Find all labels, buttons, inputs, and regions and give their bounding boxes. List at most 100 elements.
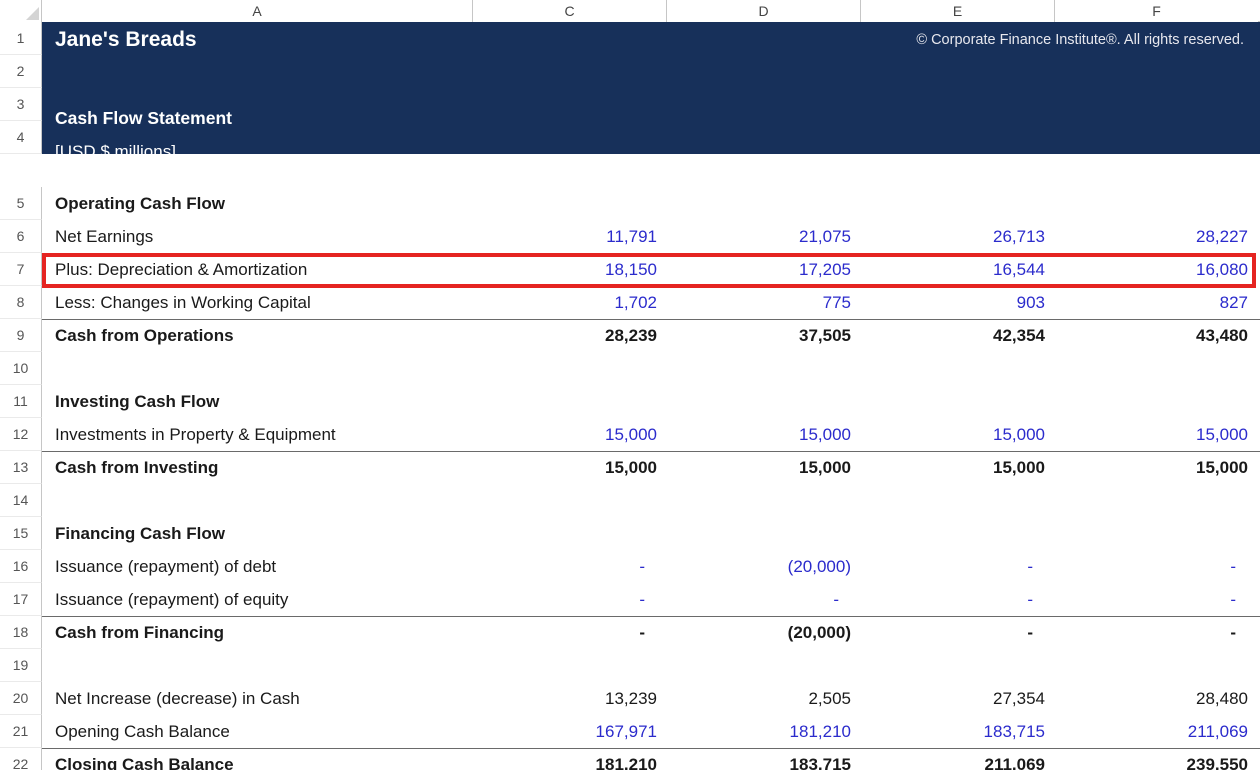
- row-number[interactable]: 17: [0, 583, 42, 616]
- value-cell[interactable]: 183,715: [667, 748, 861, 770]
- value-cell[interactable]: [667, 385, 861, 418]
- value-cell[interactable]: [667, 352, 861, 385]
- row-number[interactable]: 13: [0, 451, 42, 484]
- value-cell[interactable]: -: [861, 550, 1055, 583]
- value-cell[interactable]: 11,791: [473, 220, 667, 253]
- column-header-c[interactable]: C: [473, 0, 667, 22]
- value-cell[interactable]: 903: [861, 286, 1055, 319]
- value-cell[interactable]: [667, 484, 861, 517]
- row-label[interactable]: Issuance (repayment) of equity: [42, 583, 473, 616]
- value-cell[interactable]: 28,239: [473, 319, 667, 352]
- row-label[interactable]: Investments in Property & Equipment: [42, 418, 473, 451]
- value-cell[interactable]: [473, 517, 667, 550]
- value-cell[interactable]: 43,480: [1055, 319, 1258, 352]
- row-number[interactable]: 18: [0, 616, 42, 649]
- value-cell[interactable]: (20,000): [667, 616, 861, 649]
- table-row[interactable]: 16Issuance (repayment) of debt-(20,000)-…: [0, 550, 1260, 583]
- value-cell[interactable]: 28,480: [1055, 682, 1258, 715]
- value-cell[interactable]: 15,000: [473, 451, 667, 484]
- row-label[interactable]: Cash from Operations: [42, 319, 473, 352]
- table-row[interactable]: 19: [0, 649, 1260, 682]
- value-cell[interactable]: 181,210: [473, 748, 667, 770]
- value-cell[interactable]: 775: [667, 286, 861, 319]
- table-row[interactable]: 6Net Earnings11,79121,07526,71328,227: [0, 220, 1260, 253]
- value-cell[interactable]: 827: [1055, 286, 1258, 319]
- value-cell[interactable]: [473, 385, 667, 418]
- value-cell[interactable]: [473, 649, 667, 682]
- value-cell[interactable]: -: [473, 616, 667, 649]
- row-label[interactable]: Investing Cash Flow: [42, 385, 473, 418]
- row-number[interactable]: 6: [0, 220, 42, 253]
- value-cell[interactable]: 15,000: [1055, 451, 1258, 484]
- value-cell[interactable]: [1055, 484, 1258, 517]
- value-cell[interactable]: 17,205: [667, 253, 861, 286]
- row-label[interactable]: [42, 649, 473, 682]
- row-number[interactable]: 10: [0, 352, 42, 385]
- table-row[interactable]: 5Operating Cash Flow: [0, 187, 1260, 220]
- value-cell[interactable]: [861, 484, 1055, 517]
- table-row[interactable]: 14: [0, 484, 1260, 517]
- row-number[interactable]: 16: [0, 550, 42, 583]
- row-label[interactable]: Net Earnings: [42, 220, 473, 253]
- value-cell[interactable]: -: [473, 583, 667, 616]
- value-cell[interactable]: [1055, 352, 1258, 385]
- value-cell[interactable]: -: [473, 550, 667, 583]
- row-number[interactable]: 19: [0, 649, 42, 682]
- value-cell[interactable]: 15,000: [1055, 418, 1258, 451]
- table-row[interactable]: 22Closing Cash Balance181,210183,715211,…: [0, 748, 1260, 770]
- row-label[interactable]: Financing Cash Flow: [42, 517, 473, 550]
- value-cell[interactable]: [1055, 385, 1258, 418]
- value-cell[interactable]: 16,544: [861, 253, 1055, 286]
- select-all-corner[interactable]: [0, 0, 42, 22]
- row-label[interactable]: Less: Changes in Working Capital: [42, 286, 473, 319]
- table-row[interactable]: 9Cash from Operations28,23937,50542,3544…: [0, 319, 1260, 352]
- value-cell[interactable]: [667, 187, 861, 220]
- value-cell[interactable]: 2,505: [667, 682, 861, 715]
- row-number[interactable]: 8: [0, 286, 42, 319]
- table-row[interactable]: 7Plus: Depreciation & Amortization18,150…: [0, 253, 1260, 286]
- value-cell[interactable]: 239,550: [1055, 748, 1258, 770]
- row-label[interactable]: Opening Cash Balance: [42, 715, 473, 748]
- table-row[interactable]: 11Investing Cash Flow: [0, 385, 1260, 418]
- row-label[interactable]: [42, 484, 473, 517]
- table-row[interactable]: 17Issuance (repayment) of equity----: [0, 583, 1260, 616]
- value-cell[interactable]: 167,971: [473, 715, 667, 748]
- row-label[interactable]: Operating Cash Flow: [42, 187, 473, 220]
- value-cell[interactable]: [667, 649, 861, 682]
- row-number[interactable]: 11: [0, 385, 42, 418]
- row-number[interactable]: 14: [0, 484, 42, 517]
- row-number[interactable]: 15: [0, 517, 42, 550]
- value-cell[interactable]: 183,715: [861, 715, 1055, 748]
- row-number[interactable]: 12: [0, 418, 42, 451]
- table-row[interactable]: 18Cash from Financing-(20,000)--: [0, 616, 1260, 649]
- value-cell[interactable]: 15,000: [473, 418, 667, 451]
- value-cell[interactable]: 37,505: [667, 319, 861, 352]
- value-cell[interactable]: 181,210: [667, 715, 861, 748]
- value-cell[interactable]: 27,354: [861, 682, 1055, 715]
- value-cell[interactable]: [1055, 649, 1258, 682]
- table-row[interactable]: 8Less: Changes in Working Capital1,70277…: [0, 286, 1260, 319]
- value-cell[interactable]: 26,713: [861, 220, 1055, 253]
- row-number[interactable]: 7: [0, 253, 42, 286]
- value-cell[interactable]: 15,000: [667, 451, 861, 484]
- row-number[interactable]: 2: [0, 55, 42, 88]
- table-row[interactable]: 15Financing Cash Flow: [0, 517, 1260, 550]
- value-cell[interactable]: 211,069: [861, 748, 1055, 770]
- column-header-d[interactable]: D: [667, 0, 861, 22]
- row-label[interactable]: [42, 352, 473, 385]
- table-row[interactable]: 20Net Increase (decrease) in Cash13,2392…: [0, 682, 1260, 715]
- value-cell[interactable]: -: [1055, 583, 1258, 616]
- value-cell[interactable]: 1,702: [473, 286, 667, 319]
- value-cell[interactable]: -: [1055, 550, 1258, 583]
- value-cell[interactable]: -: [1055, 616, 1258, 649]
- value-cell[interactable]: 42,354: [861, 319, 1055, 352]
- value-cell[interactable]: [861, 187, 1055, 220]
- row-label[interactable]: Net Increase (decrease) in Cash: [42, 682, 473, 715]
- value-cell[interactable]: 15,000: [667, 418, 861, 451]
- column-header-f[interactable]: F: [1055, 0, 1258, 22]
- value-cell[interactable]: 28,227: [1055, 220, 1258, 253]
- value-cell[interactable]: -: [861, 583, 1055, 616]
- row-label[interactable]: Issuance (repayment) of debt: [42, 550, 473, 583]
- value-cell[interactable]: [473, 187, 667, 220]
- value-cell[interactable]: [861, 385, 1055, 418]
